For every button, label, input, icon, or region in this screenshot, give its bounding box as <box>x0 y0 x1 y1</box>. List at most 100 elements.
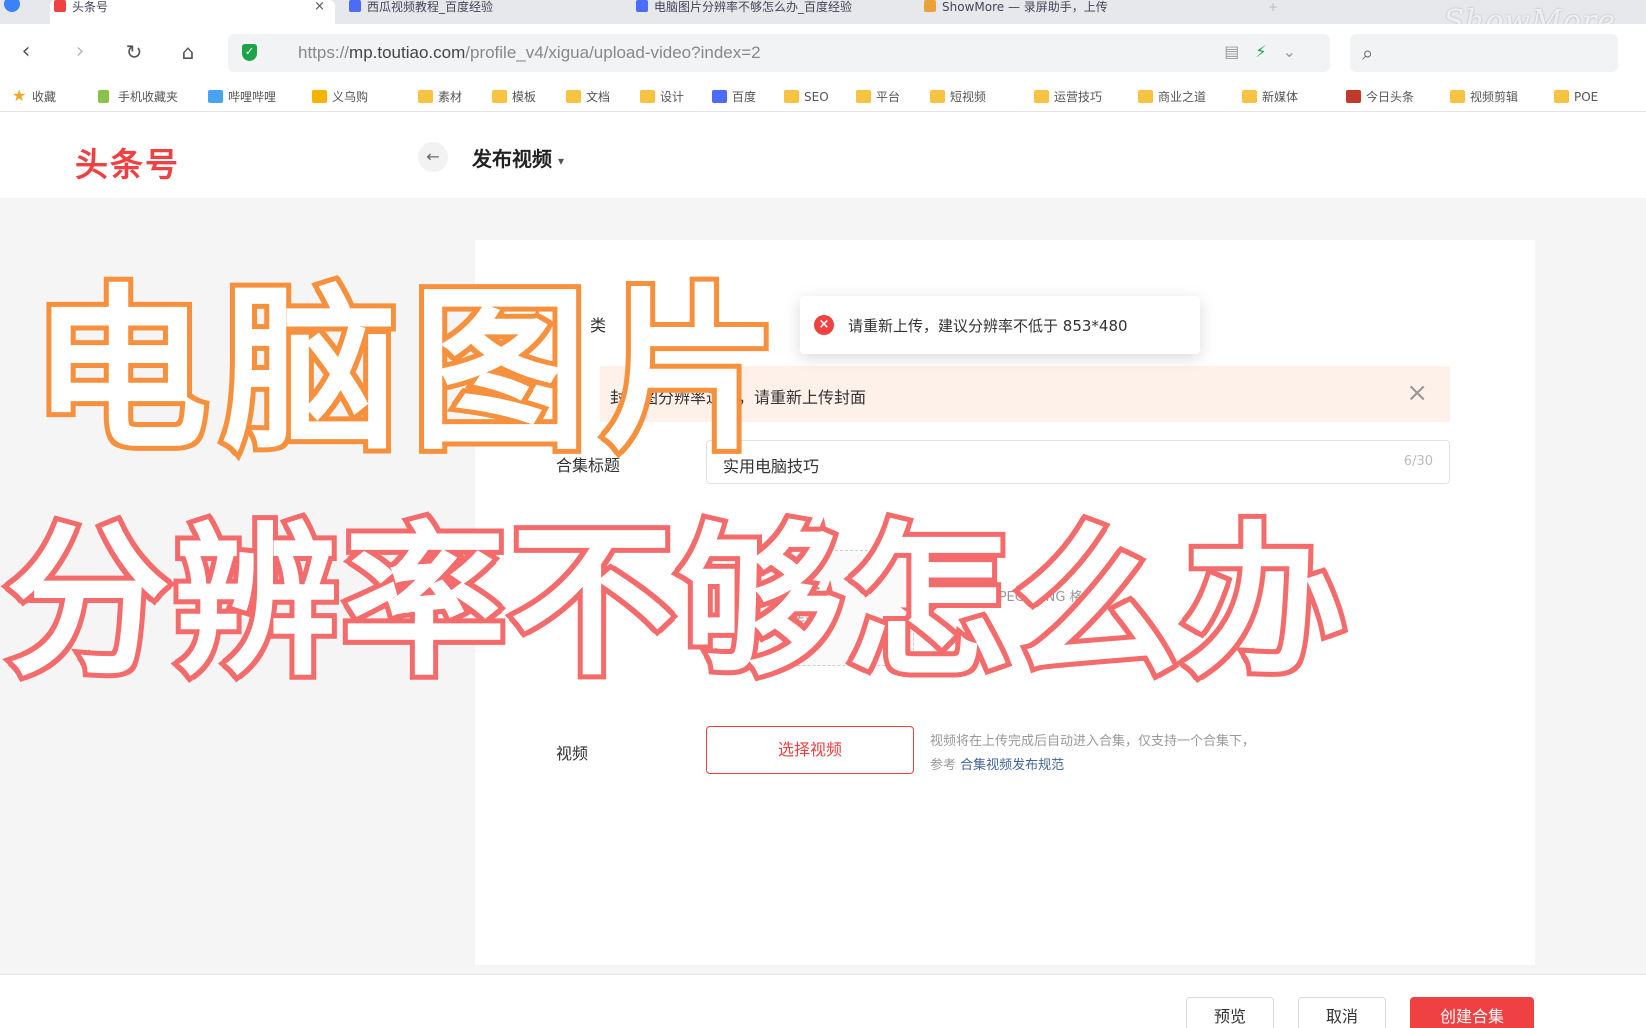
error-toast: × 请重新上传，建议分辨率不低于 853*480 <box>800 296 1200 354</box>
bookmark-label: 平台 <box>876 90 901 104</box>
browser-navbar: ‹ › ↻ ⌂ ✓ https://mp.toutiao.com/profile… <box>0 24 1646 82</box>
video-label: 视频 <box>556 744 589 763</box>
bookmark-label: 商业之道 <box>1158 90 1207 104</box>
reader-mode-icon[interactable]: ▤ <box>1224 42 1255 61</box>
toutiao-favicon-icon <box>54 0 66 12</box>
bookmark-label: 文档 <box>586 90 611 104</box>
bookmark-folder[interactable]: 短视频 <box>930 88 986 106</box>
bookmark-item[interactable]: 今日头条 <box>1346 88 1414 106</box>
video-hint: 视频将在上传完成后自动进入合集，仅支持一个合集下， <box>930 734 1256 749</box>
search-icon: ⌕ <box>1362 41 1374 65</box>
security-shield-icon: ✓ <box>242 44 257 61</box>
bookmark-folder[interactable]: 素材 <box>418 88 462 106</box>
bookmark-folder[interactable]: 新媒体 <box>1242 88 1298 106</box>
folder-icon <box>566 90 581 103</box>
tab-baidu-jingyan-2[interactable]: 电脑图片分辨率不够怎么办_百度经验 <box>632 0 902 24</box>
bookmark-label: 素材 <box>438 90 463 104</box>
bookmark-label: 收藏 <box>32 90 57 104</box>
bookmark-label: 设计 <box>660 90 685 104</box>
tab-label: ShowMore — 录屏助手，上传 <box>942 0 1108 14</box>
bookmark-item[interactable]: 百度 <box>712 88 756 106</box>
screen: 头条号 × 西瓜视频教程_百度经验 电脑图片分辨率不够怎么办_百度经验 Show… <box>0 0 1646 1028</box>
bookmark-folder[interactable]: 运营技巧 <box>1034 88 1102 106</box>
bookmark-label: SEO <box>804 90 829 104</box>
browser-logo-icon <box>0 0 22 24</box>
folder-icon <box>492 90 507 103</box>
close-tab-icon[interactable]: × <box>314 0 325 14</box>
folder-icon <box>1554 90 1569 103</box>
page-title-text: 发布视频 <box>472 147 552 171</box>
cancel-button[interactable]: 取消 <box>1298 997 1386 1028</box>
bookmark-folder[interactable]: 平台 <box>856 88 900 106</box>
bookmark-item[interactable]: 义乌购 <box>312 88 368 106</box>
address-bar-actions: ▤⚡⌄ <box>1224 42 1312 61</box>
bookmark-folder[interactable]: 文档 <box>566 88 610 106</box>
showmore-favicon-icon <box>924 0 936 12</box>
bookmark-item[interactable]: 手机收藏夹 <box>98 88 178 106</box>
char-counter: 6/30 <box>1403 454 1433 469</box>
speed-mode-icon[interactable]: ⚡ <box>1255 42 1282 61</box>
folder-icon <box>784 90 799 103</box>
select-video-button[interactable]: 选择视频 <box>706 726 914 774</box>
bookmark-label: 新媒体 <box>1262 90 1299 104</box>
bookmark-folder[interactable]: 模板 <box>492 88 536 106</box>
folder-icon <box>1450 90 1465 103</box>
bookmark-label: 哔哩哔哩 <box>228 90 277 104</box>
bookmark-folder[interactable]: SEO <box>784 88 829 106</box>
close-icon[interactable]: × <box>1406 378 1428 408</box>
tab-toutiao[interactable]: 头条号 × <box>50 0 335 24</box>
video-hint-line2: 参考 合集视频发布规范 <box>930 754 1064 773</box>
url-path: /profile_v4/xigua/upload-video?index=2 <box>465 43 761 62</box>
home-icon[interactable]: ⌂ <box>174 38 202 66</box>
chevron-down-icon[interactable]: ⌄ <box>1283 42 1312 61</box>
new-tab-button[interactable]: + <box>1262 0 1288 24</box>
bookmark-label: 义乌购 <box>332 90 369 104</box>
toutiao-logo[interactable]: 头条号 <box>75 138 180 186</box>
preview-button[interactable]: 预览 <box>1186 997 1274 1028</box>
rules-link[interactable]: 合集视频发布规范 <box>960 758 1064 773</box>
url-host: mp.toutiao.com <box>349 43 466 62</box>
tab-label: 电脑图片分辨率不够怎么办_百度经验 <box>654 0 853 14</box>
error-icon: × <box>814 315 834 335</box>
folder-icon <box>1138 90 1153 103</box>
phone-icon <box>98 90 109 103</box>
star-icon: ★ <box>12 86 27 105</box>
url-prefix: https:// <box>298 43 350 62</box>
tab-baidu-jingyan-1[interactable]: 西瓜视频教程_百度经验 <box>345 0 615 24</box>
bookmark-folder[interactable]: 商业之道 <box>1138 88 1206 106</box>
folder-icon <box>930 90 945 103</box>
bookmark-label: 今日头条 <box>1366 90 1415 104</box>
create-collection-button[interactable]: 创建合集 <box>1410 997 1534 1028</box>
overlay-title-line2: 分辨率不够怎么办 <box>1 502 1351 703</box>
baidu-icon <box>712 90 727 103</box>
toast-message: 请重新上传，建议分辨率不低于 853*480 <box>848 317 1128 335</box>
footer-action-bar: 预览 取消 创建合集 <box>0 974 1646 1028</box>
search-box[interactable]: ⌕ <box>1350 34 1618 72</box>
yiwugo-icon <box>312 90 327 103</box>
bookmark-label: 模板 <box>512 90 537 104</box>
bilibili-icon <box>208 90 223 103</box>
bookmark-label: 百度 <box>732 90 757 104</box>
back-arrow-icon[interactable]: ‹ <box>12 38 40 66</box>
bookmark-label: 手机收藏夹 <box>118 90 179 104</box>
toutiao-icon <box>1346 90 1361 103</box>
bookmark-label: POE <box>1574 90 1599 104</box>
bookmark-folder[interactable]: 设计 <box>640 88 684 106</box>
baidu-favicon-icon <box>636 0 648 12</box>
page-header: 头条号 ← 发布视频 ▾ <box>0 112 1646 198</box>
page-title[interactable]: 发布视频 ▾ <box>472 143 564 172</box>
bookmark-label: 视频剪辑 <box>1470 90 1519 104</box>
address-bar[interactable]: ✓ https://mp.toutiao.com/profile_v4/xigu… <box>228 34 1330 72</box>
back-arrow-icon[interactable]: ← <box>418 142 448 172</box>
folder-icon <box>1242 90 1257 103</box>
baidu-favicon-icon <box>349 0 361 12</box>
bookmark-folder[interactable]: 视频剪辑 <box>1450 88 1518 106</box>
bookmark-item[interactable]: ★ 收藏 <box>12 86 57 106</box>
reload-icon[interactable]: ↻ <box>120 38 148 66</box>
tab-showmore[interactable]: ShowMore — 录屏助手，上传 <box>920 0 1220 24</box>
url-text: https://mp.toutiao.com/profile_v4/xigua/… <box>298 43 761 63</box>
forward-arrow-icon[interactable]: › <box>66 38 94 66</box>
bookmark-folder[interactable]: POE <box>1554 88 1598 106</box>
caret-down-icon: ▾ <box>558 153 565 168</box>
bookmark-item[interactable]: 哔哩哔哩 <box>208 88 276 106</box>
